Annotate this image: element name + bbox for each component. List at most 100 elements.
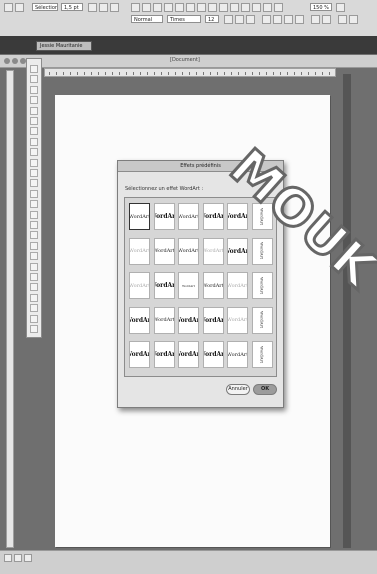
font-color-icon[interactable] — [349, 15, 358, 24]
shadow-icon[interactable] — [110, 3, 119, 12]
wordart-style-option[interactable]: WordArt — [153, 306, 175, 334]
print-icon[interactable] — [142, 3, 151, 12]
palette-tool-icon[interactable] — [30, 148, 38, 157]
wordart-style-option[interactable]: WordArt — [227, 341, 248, 368]
table-icon[interactable] — [208, 3, 217, 12]
wordart-style-option[interactable]: WordArt — [202, 341, 224, 368]
palette-tool-icon[interactable] — [30, 221, 38, 229]
wordart-style-option[interactable]: WordArt — [153, 203, 175, 230]
align-center-icon[interactable] — [273, 15, 282, 24]
wordart-style-option[interactable]: WordArt — [153, 341, 175, 368]
ruler-tick — [329, 72, 330, 75]
ruler-tick — [238, 72, 239, 75]
drawing-palette — [26, 58, 42, 338]
palette-tool-icon[interactable] — [30, 75, 38, 84]
palette-tool-icon[interactable] — [30, 241, 38, 250]
line-style-field[interactable]: Sélectionner — [32, 3, 58, 11]
palette-tool-icon[interactable] — [30, 304, 38, 313]
open-icon[interactable] — [15, 3, 24, 12]
palette-tool-icon[interactable] — [30, 96, 38, 105]
palette-tool-icon[interactable] — [30, 179, 38, 188]
line-color-icon[interactable] — [88, 3, 97, 12]
ok-button[interactable]: OK — [253, 384, 277, 395]
palette-tool-icon[interactable] — [30, 127, 38, 136]
wordart-style-option[interactable]: WordArt — [178, 272, 199, 299]
italic-icon[interactable] — [235, 15, 244, 24]
cancel-button[interactable]: Annuler — [226, 384, 250, 395]
palette-tool-icon[interactable] — [30, 65, 38, 73]
align-right-icon[interactable] — [284, 15, 293, 24]
wordart-style-option[interactable]: WordArt — [129, 306, 150, 334]
wordart-style-option[interactable]: WordArt — [153, 237, 175, 265]
paste-icon[interactable] — [175, 3, 184, 12]
columns-icon[interactable] — [219, 3, 228, 12]
cut-icon[interactable] — [153, 3, 162, 12]
ruler-tick — [252, 72, 253, 75]
font-size-select[interactable]: 12 — [205, 15, 219, 23]
sidebar-icon[interactable] — [252, 3, 261, 12]
wordart-style-option[interactable]: WordArt — [129, 237, 150, 265]
line-weight-field[interactable]: 1,5 pt — [61, 3, 83, 11]
draft-view-icon[interactable] — [4, 554, 12, 562]
palette-tool-icon[interactable] — [30, 137, 38, 146]
window-tab[interactable]: Jessie Mauritanie — [36, 41, 92, 51]
underline-icon[interactable] — [246, 15, 255, 24]
show-hide-icon[interactable] — [274, 3, 283, 12]
palette-tool-icon[interactable] — [30, 210, 38, 219]
fill-color-icon[interactable] — [99, 3, 108, 12]
wordart-style-option[interactable]: WordArt — [129, 203, 150, 230]
palette-tool-icon[interactable] — [30, 314, 38, 323]
wordart-style-option[interactable]: WordArt — [178, 237, 199, 265]
copy-icon[interactable] — [164, 3, 173, 12]
redo-icon[interactable] — [197, 3, 206, 12]
palette-tool-icon[interactable] — [30, 283, 38, 292]
wordart-style-option[interactable]: WordArt — [178, 341, 199, 368]
wordart-style-option[interactable]: WordArt — [153, 272, 175, 299]
help-icon[interactable] — [336, 3, 345, 12]
palette-tool-icon[interactable] — [30, 231, 38, 240]
palette-tool-icon[interactable] — [30, 273, 38, 281]
bold-icon[interactable] — [224, 15, 233, 24]
palette-tool-icon[interactable] — [30, 85, 38, 94]
wordart-style-option[interactable]: WordArt — [129, 341, 150, 368]
palette-tool-icon[interactable] — [30, 106, 38, 115]
toolbox-icon[interactable] — [263, 3, 272, 12]
vertical-ruler[interactable] — [6, 70, 14, 548]
close-icon[interactable] — [4, 58, 10, 64]
wordart-style-option[interactable]: WordArt — [129, 272, 150, 299]
ruler-tick — [168, 72, 169, 75]
new-icon[interactable] — [4, 3, 13, 12]
font-select[interactable]: Times — [167, 15, 201, 23]
numbering-icon[interactable] — [322, 15, 331, 24]
justify-icon[interactable] — [295, 15, 304, 24]
palette-tool-icon[interactable] — [30, 325, 38, 333]
palette-tool-icon[interactable] — [30, 293, 38, 302]
minimize-icon[interactable] — [12, 58, 18, 64]
palette-tool-icon[interactable] — [30, 200, 38, 209]
palette-tool-icon[interactable] — [30, 117, 38, 125]
ruler-tick — [175, 72, 176, 75]
palette-tool-icon[interactable] — [30, 262, 38, 271]
zoom-field[interactable]: 150 % — [310, 3, 332, 11]
align-left-icon[interactable] — [262, 15, 271, 24]
save-icon[interactable] — [131, 3, 140, 12]
palette-tool-icon[interactable] — [30, 252, 38, 261]
wordart-object[interactable]: MOUK — [220, 130, 377, 330]
bullets-icon[interactable] — [311, 15, 320, 24]
ruler-tick — [119, 72, 120, 75]
drawing-icon[interactable] — [230, 3, 239, 12]
undo-icon[interactable] — [186, 3, 195, 12]
wordart-style-option[interactable]: WordArt — [251, 341, 273, 368]
wordart-style-option[interactable]: WordArt — [178, 306, 199, 334]
palette-tool-icon[interactable] — [30, 169, 38, 177]
wordart-style-option[interactable]: WordArt — [178, 203, 199, 230]
horizontal-ruler[interactable] — [44, 68, 336, 77]
palette-tool-icon[interactable] — [30, 158, 38, 167]
page-view-icon[interactable] — [24, 554, 32, 562]
style-select[interactable]: Normal — [131, 15, 163, 23]
outline-view-icon[interactable] — [14, 554, 22, 562]
gallery-icon[interactable] — [241, 3, 250, 12]
palette-tool-icon[interactable] — [30, 189, 38, 198]
ruler-tick — [217, 72, 218, 75]
highlight-icon[interactable] — [338, 15, 347, 24]
